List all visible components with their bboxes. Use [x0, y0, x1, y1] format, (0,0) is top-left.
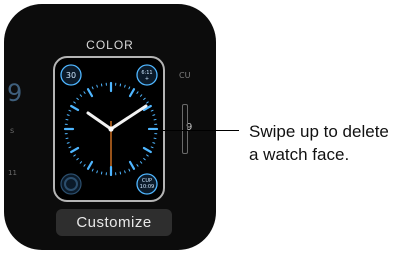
callout-line1: Swipe up to delete	[249, 122, 389, 141]
right-peek-text: CU	[179, 71, 191, 80]
minute-tick	[73, 154, 76, 157]
minute-tick	[68, 109, 72, 112]
left-peek-small: 11	[8, 169, 17, 177]
complication-top-left-text: 30	[66, 71, 76, 80]
hour-tick	[70, 104, 80, 112]
watch-screen: COLOR 9 s 11 30 6:11 + CUP 10:09 CU 9 Cu…	[4, 4, 216, 250]
minute-tick	[73, 101, 76, 104]
right-peek-bar	[182, 104, 188, 154]
minute-tick	[152, 114, 156, 116]
minute-tick	[146, 154, 149, 157]
minute-tick	[150, 146, 154, 149]
hour-tick	[86, 160, 94, 170]
minute-tick	[79, 94, 83, 97]
minute-tick	[146, 101, 149, 104]
minute-tick	[76, 157, 79, 161]
hour-hand	[86, 111, 113, 131]
callout-line	[134, 130, 239, 131]
complication-bottom-right-line2: 10:09	[140, 184, 154, 190]
minute-tick	[128, 168, 131, 172]
minute-tick	[66, 114, 70, 116]
minute-tick	[136, 91, 139, 94]
left-peek-s: s	[10, 126, 15, 135]
minute-tick	[79, 161, 83, 164]
minute-tick	[124, 170, 126, 174]
hour-tick	[128, 88, 136, 98]
face-title: COLOR	[86, 38, 134, 52]
minute-tick	[68, 146, 72, 149]
minute-tick	[76, 97, 79, 101]
hour-tick	[142, 146, 152, 154]
minute-tick	[143, 157, 146, 161]
minute-tick	[83, 164, 86, 167]
minute-tick	[136, 164, 139, 167]
minute-tick	[91, 168, 94, 172]
complication-top-right-line2: +	[145, 76, 149, 82]
hour-tick	[70, 146, 80, 154]
minute-tick	[124, 84, 126, 88]
minute-tick	[83, 91, 86, 94]
minute-tick	[143, 97, 146, 101]
callout-line2: a watch face.	[249, 145, 350, 164]
minute-tick	[128, 86, 131, 90]
minute-tick	[91, 86, 94, 90]
minute-hand	[109, 104, 148, 131]
minute-tick	[152, 142, 156, 144]
minute-tick	[139, 94, 143, 97]
minute-tick	[66, 142, 70, 144]
callout-text: Swipe up to delete a watch face.	[249, 120, 414, 166]
left-peek-digit: 9	[7, 79, 23, 107]
analog-clock: 30 6:11 + CUP 10:09	[60, 64, 159, 195]
hand-center	[108, 126, 114, 132]
minute-tick	[150, 109, 154, 112]
hour-tick	[86, 88, 94, 98]
minute-tick	[96, 170, 98, 174]
hour-tick	[128, 160, 136, 170]
minute-tick	[139, 161, 143, 164]
left-peek-face[interactable]: 9 s 11	[6, 79, 44, 199]
customize-button[interactable]: Customize	[56, 209, 172, 236]
watch-face-card[interactable]: 30 6:11 + CUP 10:09	[53, 56, 165, 202]
minute-tick	[96, 84, 98, 88]
